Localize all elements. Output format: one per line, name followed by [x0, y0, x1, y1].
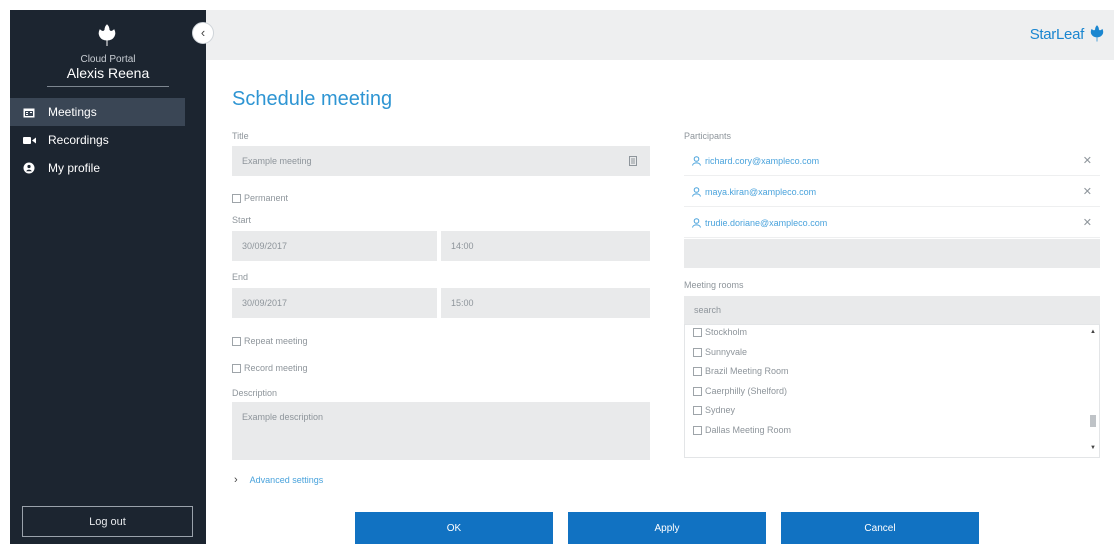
starleaf-logo-icon	[1090, 25, 1104, 42]
end-date-input[interactable]: 30/09/2017	[232, 288, 437, 318]
participant-email: trudie.doriane@xampleco.com	[705, 217, 828, 228]
title-input-value: Example meeting	[242, 156, 312, 166]
sidebar: Cloud Portal Alexis Reena Meetings Recor…	[10, 10, 206, 544]
sidebar-item-my-profile[interactable]: My profile	[10, 154, 185, 182]
scroll-thumb[interactable]	[1090, 415, 1096, 427]
meeting-rooms-list: Stockholm Sunnyvale Brazil Meeting Room …	[684, 324, 1100, 458]
record-meeting-label: Record meeting	[244, 363, 308, 373]
person-icon	[692, 217, 702, 228]
checkbox-box	[693, 366, 702, 376]
scroll-down-icon[interactable]: ▼	[1090, 445, 1096, 451]
sidebar-item-label: Recordings	[48, 133, 109, 147]
description-value: Example description	[242, 412, 324, 422]
remove-participant-close-icon[interactable]: ✕	[1083, 154, 1092, 167]
title-label: Title	[232, 131, 249, 141]
user-name: Alexis Reena	[66, 65, 150, 81]
checkbox-box	[693, 327, 702, 337]
room-label: Brazil Meeting Room	[705, 366, 789, 376]
room-label: Caerphilly (Shelford)	[705, 386, 788, 396]
checkbox-box	[693, 405, 702, 415]
sidebar-item-label: My profile	[48, 161, 101, 175]
permanent-checkbox[interactable]: Permanent	[232, 193, 288, 203]
profile-icon	[14, 162, 44, 174]
room-item-sydney[interactable]: Sydney	[693, 405, 735, 415]
checkbox-box	[693, 386, 702, 396]
rooms-scrollbar[interactable]: ▲ ▼	[1087, 325, 1099, 457]
document-icon	[629, 156, 637, 166]
remove-participant-close-icon[interactable]: ✕	[1083, 216, 1092, 229]
room-item-stockholm[interactable]: Stockholm	[693, 327, 747, 337]
brand: StarLeaf	[1030, 25, 1106, 43]
collapse-sidebar-button[interactable]: ‹	[192, 22, 214, 44]
participant-row: trudie.doriane@xampleco.com ✕	[684, 208, 1100, 238]
participants-label: Participants	[684, 131, 732, 141]
sidebar-item-recordings[interactable]: Recordings	[10, 126, 185, 154]
participant-row: maya.kiran@xampleco.com ✕	[684, 177, 1100, 207]
repeat-meeting-checkbox[interactable]: Repeat meeting	[232, 336, 308, 346]
end-time-input[interactable]: 15:00	[441, 288, 650, 318]
room-item-sunnyvale[interactable]: Sunnyvale	[693, 347, 747, 357]
person-icon	[692, 155, 702, 166]
record-meeting-checkbox[interactable]: Record meeting	[232, 363, 308, 373]
end-time-value: 15:00	[451, 298, 474, 308]
logout-button[interactable]: Log out	[22, 506, 193, 537]
checkbox-box	[693, 425, 702, 435]
permanent-label: Permanent	[244, 193, 289, 203]
room-label: Sydney	[705, 405, 736, 415]
room-label: Dallas Meeting Room	[705, 425, 792, 435]
rooms-search-placeholder: search	[694, 305, 722, 315]
ok-button[interactable]: OK	[355, 512, 553, 544]
page-title: Schedule meeting	[232, 88, 393, 110]
brand-name: StarLeaf	[1029, 25, 1085, 43]
participant-email: maya.kiran@xampleco.com	[705, 186, 817, 197]
start-date-input[interactable]: 30/09/2017	[232, 231, 437, 261]
participant-email: richard.cory@xampleco.com	[705, 155, 820, 166]
start-date-value: 30/09/2017	[242, 241, 288, 251]
top-bar: StarLeaf	[206, 10, 1114, 60]
add-participant-input[interactable]	[684, 239, 1100, 268]
meeting-rooms-label: Meeting rooms	[684, 280, 744, 290]
title-input[interactable]: Example meeting	[232, 146, 650, 176]
start-time-value: 14:00	[451, 241, 474, 251]
person-icon	[692, 186, 702, 197]
room-item-caerphilly[interactable]: Caerphilly (Shelford)	[693, 386, 787, 396]
checkbox-box	[232, 193, 241, 203]
room-item-dallas[interactable]: Dallas Meeting Room	[693, 425, 791, 435]
advanced-settings-label: Advanced settings	[249, 475, 324, 485]
description-textarea[interactable]: Example description	[232, 402, 650, 460]
apply-button[interactable]: Apply	[568, 512, 766, 544]
checkbox-box	[232, 336, 241, 346]
checkbox-box	[232, 363, 241, 373]
sidebar-item-label: Meetings	[48, 105, 97, 119]
starleaf-logo-icon	[98, 24, 116, 46]
checkbox-box	[693, 347, 702, 357]
advanced-settings-toggle[interactable]: › Advanced settings	[234, 474, 323, 486]
end-label: End	[232, 272, 249, 282]
user-divider	[47, 86, 169, 87]
room-label: Stockholm	[705, 327, 748, 337]
rooms-search-input[interactable]: search	[684, 296, 1100, 324]
start-label: Start	[232, 215, 252, 225]
room-label: Sunnyvale	[705, 347, 748, 357]
end-date-value: 30/09/2017	[242, 298, 288, 308]
remove-participant-close-icon[interactable]: ✕	[1083, 185, 1092, 198]
description-label: Description	[232, 388, 278, 398]
calendar-icon	[14, 107, 44, 118]
start-time-input[interactable]: 14:00	[441, 231, 650, 261]
portal-label: Cloud Portal	[80, 54, 136, 65]
sidebar-item-meetings[interactable]: Meetings	[10, 98, 185, 126]
participant-row: richard.cory@xampleco.com ✕	[684, 146, 1100, 176]
scroll-up-icon[interactable]: ▲	[1090, 329, 1096, 335]
cancel-button[interactable]: Cancel	[781, 512, 979, 544]
repeat-meeting-label: Repeat meeting	[244, 336, 308, 346]
video-camera-icon	[14, 136, 44, 145]
chevron-right-icon: ›	[234, 474, 238, 486]
room-item-brazil[interactable]: Brazil Meeting Room	[693, 366, 789, 376]
